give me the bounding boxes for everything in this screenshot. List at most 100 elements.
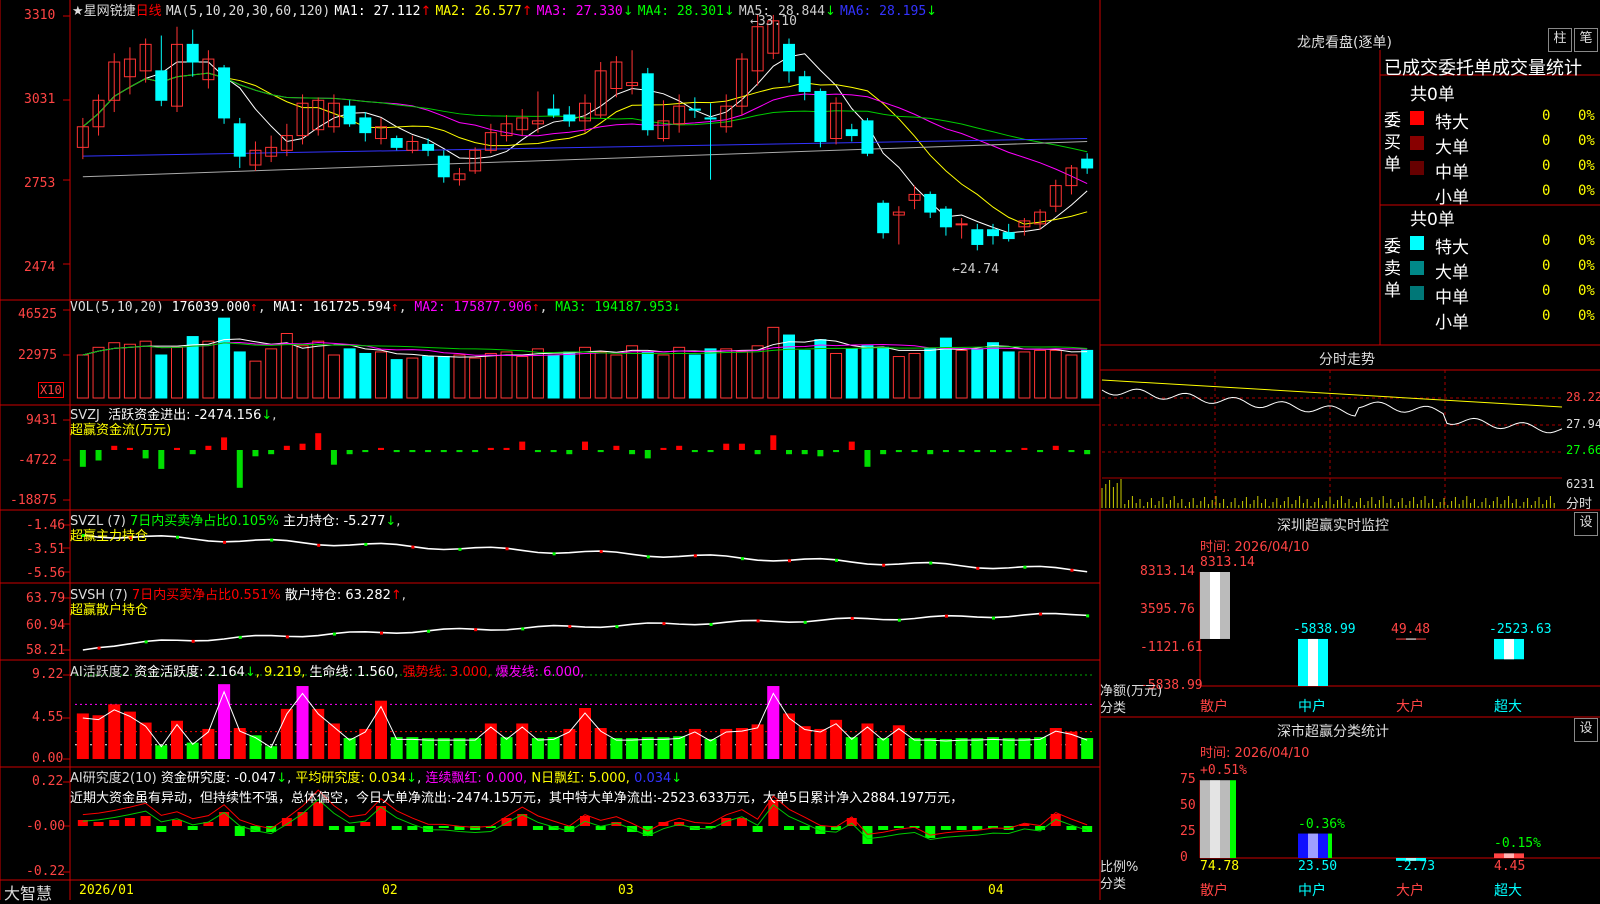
candle-body <box>939 208 952 228</box>
vol-ma2-line <box>82 342 1088 357</box>
ai-research-bar <box>360 822 371 826</box>
fund-flow-bar <box>79 450 86 467</box>
volume-bar <box>1002 351 1015 399</box>
volume-bar <box>390 359 403 399</box>
price-tick-2: 3031 <box>24 92 56 107</box>
svzl-marker <box>364 542 368 546</box>
svsh-marker <box>332 632 336 636</box>
price-tick-4: 2474 <box>24 260 56 275</box>
chart-canvas[interactable] <box>0 0 1600 900</box>
ai-research-bar <box>187 826 198 830</box>
vol-ma3: MA3: 194187.953 <box>555 300 673 315</box>
svsh-marker <box>144 640 148 644</box>
period-label[interactable]: 日线 <box>136 4 162 19</box>
svzl-tick-2: -3.51 <box>26 542 66 557</box>
ai1-tick-1: 9.22 <box>32 667 64 682</box>
ai2-header: AI研究度2(10) 资金研究度: -0.047↓, 平均研究度: 0.034↓… <box>70 771 683 786</box>
ai-research-bar <box>124 818 135 826</box>
svzl-marker <box>411 545 415 549</box>
fund-flow-bar <box>1037 450 1044 453</box>
sell-row-label: 特大 <box>1435 238 1469 258</box>
class-bar-value: 4.45 <box>1494 859 1526 874</box>
buy-legend-swatch <box>1410 161 1424 175</box>
ai-research-bar <box>328 826 339 830</box>
class-bar-highlight <box>1210 780 1220 858</box>
low-value: 24.74 <box>959 262 999 277</box>
monitor-settings-button[interactable]: 设 <box>1574 512 1598 536</box>
svzl-marker <box>788 559 791 563</box>
ma5-line <box>82 53 1088 234</box>
ai2-nred: N日飘红: 5.000, <box>531 771 630 786</box>
volume-bar <box>437 356 450 399</box>
svzl-tick-3: -5.56 <box>26 566 66 581</box>
svsh-marker <box>662 622 666 626</box>
svzl-marker <box>929 561 933 565</box>
buy-legend-swatch <box>1410 111 1424 125</box>
monitor-bar-highlight <box>1308 638 1318 686</box>
ai-active-bar <box>783 713 795 759</box>
svzj-arrow: ↓ <box>261 408 273 423</box>
ai2-tick-1: 0.22 <box>32 774 64 789</box>
monitor-tick: -1121.61 <box>1140 640 1203 655</box>
volume-bar <box>406 357 419 399</box>
fund-flow-bar <box>817 450 824 457</box>
volume-bar <box>798 349 811 399</box>
volume-bar <box>171 346 183 399</box>
volume-bar <box>249 360 262 399</box>
monitor-bar-value: 8313.14 <box>1200 555 1255 570</box>
fund-flow-bar <box>362 450 369 453</box>
candle-body <box>924 193 937 213</box>
volume-bar <box>1065 354 1078 399</box>
fund-flow-bar <box>534 450 541 453</box>
ai-active-bar <box>720 728 733 759</box>
class-settings-button[interactable]: 设 <box>1574 718 1598 742</box>
vol-arrow: ↑ <box>250 300 258 315</box>
vol-header: VOL(5,10,20) 176039.000↑, MA1: 161725.59… <box>70 300 681 315</box>
monitor-bar-highlight <box>1406 638 1416 640</box>
class-bar-change-label: -0.36% <box>1298 816 1345 832</box>
brand-logo[interactable]: 大智慧 <box>4 880 52 904</box>
svzl-marker <box>505 547 509 551</box>
svsh-arrow: ↑ <box>390 588 402 603</box>
ai-active-bar <box>877 738 890 759</box>
ai-research-bar <box>438 826 449 828</box>
fund-flow-bar <box>613 445 620 450</box>
volume-bar <box>735 351 748 399</box>
ai-research-bar <box>799 826 810 830</box>
monitor-category-label: 超大 <box>1494 699 1522 715</box>
volume-bar <box>579 346 591 399</box>
sell-row-volume: 0 <box>1542 233 1551 249</box>
favorite-star-icon[interactable]: ★ <box>72 4 84 19</box>
volume-bar <box>265 348 278 399</box>
candle-body <box>547 108 560 116</box>
ai-active-bar <box>249 735 262 759</box>
high-value: 33.10 <box>757 14 797 29</box>
fund-flow-bar <box>974 450 981 453</box>
sell-row-label: 小单 <box>1435 313 1469 333</box>
volume-bar <box>92 346 105 399</box>
monitor-time: 时间: 2026/04/10 <box>1200 540 1310 555</box>
svsh-marker <box>803 620 807 624</box>
buy-side-label: 委买单 <box>1384 111 1401 175</box>
vol-label: VOL(5,10,20) <box>70 300 164 315</box>
buy-row-percent: 0% <box>1578 133 1595 149</box>
candle-body <box>186 43 199 63</box>
volume-bar <box>453 354 466 399</box>
volume-bar <box>1049 349 1062 399</box>
fund-flow-bar <box>597 450 604 453</box>
volume-bar <box>500 351 513 399</box>
fund-flow-bar <box>754 450 761 455</box>
class-category-label: 大户 <box>1396 883 1424 899</box>
svzl-line <box>82 534 1088 573</box>
svzl-sub: 超赢主力持仓 <box>70 529 149 544</box>
svzl-arrow: ↓ <box>385 514 397 529</box>
volume-bar <box>861 345 874 399</box>
volume-bar <box>375 351 387 399</box>
sell-row-percent: 0% <box>1578 258 1595 274</box>
class-bar-change <box>1230 780 1236 858</box>
monitor-category-label: 大户 <box>1396 699 1424 715</box>
volume-bar <box>218 317 231 399</box>
tick-mode-button[interactable]: 笔 <box>1574 28 1598 52</box>
svsh-marker <box>427 629 431 633</box>
bar-mode-button[interactable]: 柱 <box>1548 28 1572 52</box>
